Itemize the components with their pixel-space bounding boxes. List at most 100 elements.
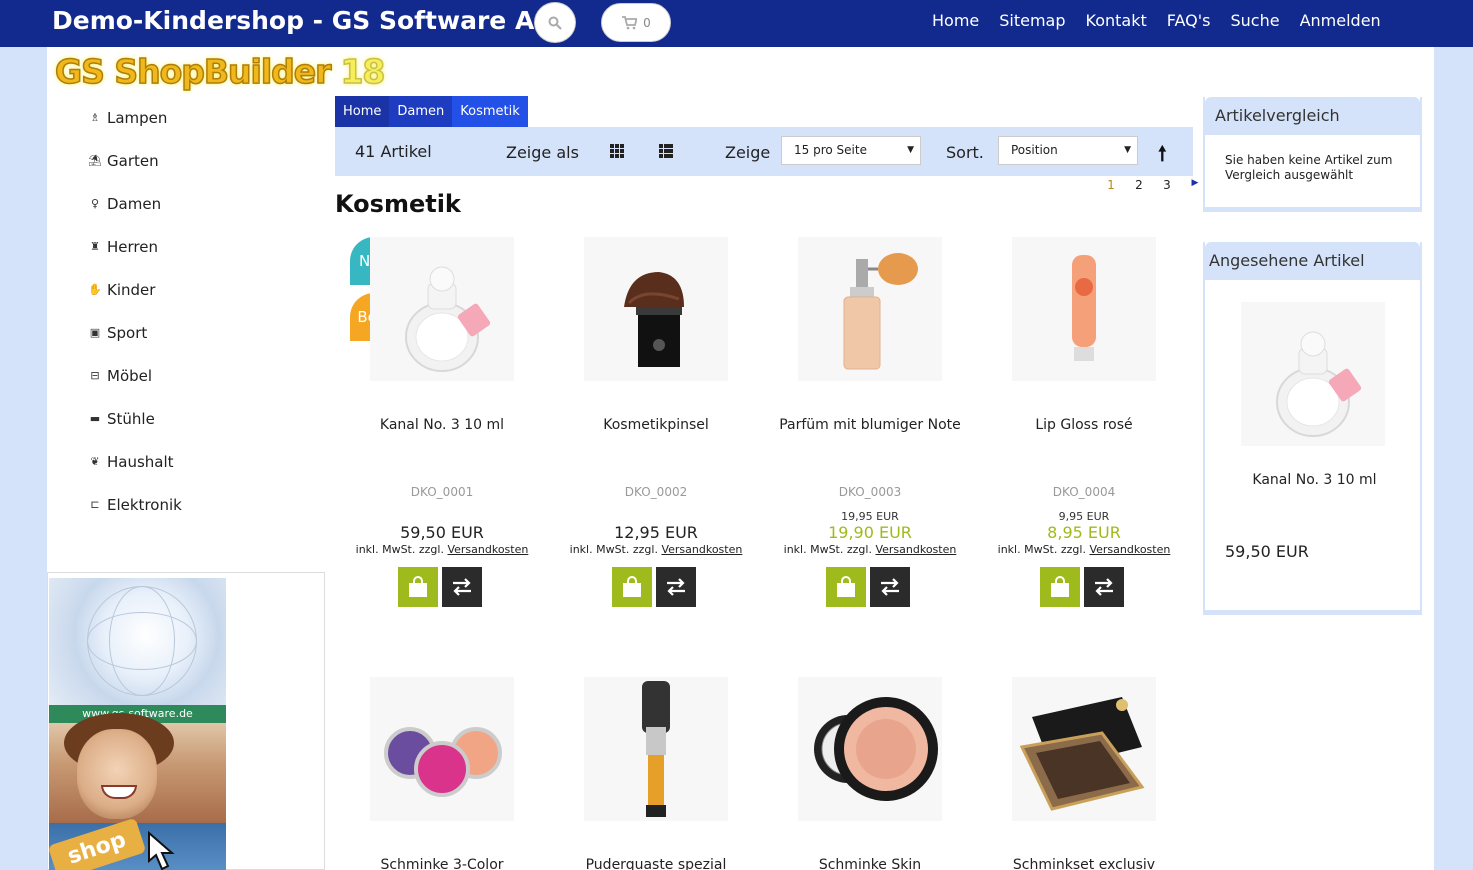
compare-button[interactable] xyxy=(870,567,910,607)
powder-brush-image xyxy=(642,681,670,817)
add-to-cart-button[interactable] xyxy=(1040,567,1080,607)
per-page-value: 15 pro Seite xyxy=(794,143,867,157)
category-label: Sport xyxy=(107,323,148,342)
promo-banner[interactable]: www.gs-software.de shop xyxy=(47,572,325,870)
compare-box-text: Sie haben keine Artikel zum Vergleich au… xyxy=(1225,153,1393,182)
compare-arrows-icon xyxy=(453,578,471,596)
recently-viewed-image[interactable] xyxy=(1241,302,1385,446)
cart-icon xyxy=(622,15,638,29)
sort-direction-icon[interactable]: 🠕 xyxy=(1158,139,1167,173)
category-item-stuehle[interactable]: ▬ Stühle xyxy=(83,397,323,440)
compare-arrows-icon xyxy=(667,578,685,596)
nav-sitemap[interactable]: Sitemap xyxy=(989,11,1075,30)
makeup-case-image xyxy=(1019,697,1145,811)
category-item-garten[interactable]: ⛱ Garten xyxy=(83,139,323,182)
shipping-link[interactable]: Versandkosten xyxy=(447,543,528,556)
shipping-link[interactable]: Versandkosten xyxy=(1089,543,1170,556)
breadcrumb-home[interactable]: Home xyxy=(335,96,390,127)
perfume-bottle-image xyxy=(1276,331,1362,437)
search-button[interactable] xyxy=(534,2,576,43)
product-sku: DKO_0002 xyxy=(624,485,688,499)
page-3[interactable]: 3 xyxy=(1153,178,1181,192)
nav-anmelden[interactable]: Anmelden xyxy=(1290,11,1391,30)
product-name[interactable]: Parfüm mit blumiger Note xyxy=(763,417,977,433)
product-name[interactable]: Schminkset exclusiv xyxy=(977,857,1191,870)
men-icon: ♜ xyxy=(90,240,100,253)
page-1[interactable]: 1 xyxy=(1097,178,1125,192)
cart-button[interactable]: 0 xyxy=(601,3,671,42)
perfume-bottle-image xyxy=(405,266,491,372)
product-image[interactable] xyxy=(584,677,728,821)
product-card: Schminkset exclusiv xyxy=(977,677,1191,870)
sort-value: Position xyxy=(1011,143,1058,157)
shop-title[interactable]: Demo-Kindershop - GS Software AG xyxy=(52,6,555,35)
list-view-icon[interactable] xyxy=(659,144,673,158)
product-image[interactable] xyxy=(370,677,514,821)
category-item-damen[interactable]: ♀ Damen xyxy=(83,182,323,225)
nav-home[interactable]: Home xyxy=(922,11,989,30)
product-image[interactable] xyxy=(798,677,942,821)
product-image[interactable] xyxy=(1012,237,1156,381)
product-name[interactable]: Schminke 3-Color xyxy=(335,857,549,870)
page-content: GS ShopBuilder 18 ♗ Lampen ⛱ Garten ♀ Damen … xyxy=(47,47,1434,870)
article-count: 41 Artikel xyxy=(355,142,432,161)
category-item-lampen[interactable]: ♗ Lampen xyxy=(83,96,323,139)
product-card: Puderquaste spezial xyxy=(549,677,763,870)
category-item-moebel[interactable]: ⊟ Möbel xyxy=(83,354,323,397)
product-card: Schminke 3-Color xyxy=(335,677,549,870)
product-image[interactable] xyxy=(1012,677,1156,821)
women-icon: ♀ xyxy=(90,197,100,210)
shopping-bag-icon xyxy=(1051,576,1069,597)
recently-viewed-name[interactable]: Kanal No. 3 10 ml xyxy=(1205,472,1424,488)
compare-box-title: Artikelvergleich xyxy=(1205,97,1420,135)
pointer-icon xyxy=(148,831,175,870)
category-label: Elektronik xyxy=(107,495,182,514)
chair-icon: ▬ xyxy=(89,412,101,425)
product-image[interactable] xyxy=(370,237,514,381)
grid-view-icon[interactable] xyxy=(610,144,624,158)
category-label: Lampen xyxy=(107,108,168,127)
compare-button[interactable] xyxy=(656,567,696,607)
product-tax-note: inkl. MwSt. zzgl. Versandkosten xyxy=(763,543,977,556)
product-image[interactable] xyxy=(584,237,728,381)
compare-box: Artikelvergleich Sie haben keine Artikel… xyxy=(1203,97,1422,212)
category-item-herren[interactable]: ♜ Herren xyxy=(83,225,323,268)
electronics-icon: ⊏ xyxy=(90,498,100,511)
add-to-cart-button[interactable] xyxy=(826,567,866,607)
product-name[interactable]: Puderquaste spezial xyxy=(549,857,763,870)
shop-logo[interactable]: GS ShopBuilder 18 xyxy=(54,51,386,92)
add-to-cart-button[interactable] xyxy=(612,567,652,607)
product-tax-note: inkl. MwSt. zzgl. Versandkosten xyxy=(335,543,549,556)
add-to-cart-button[interactable] xyxy=(398,567,438,607)
product-name[interactable]: Lip Gloss rosé xyxy=(977,417,1191,433)
product-image[interactable] xyxy=(798,237,942,381)
category-item-elektronik[interactable]: ⊏ Elektronik xyxy=(83,483,323,526)
per-page-select[interactable]: 15 pro Seite ▼ xyxy=(781,136,921,165)
dropdown-caret-icon: ▼ xyxy=(1124,145,1131,155)
product-sku: DKO_0004 xyxy=(1052,485,1116,499)
category-item-sport[interactable]: ▣ Sport xyxy=(83,311,323,354)
compare-button[interactable] xyxy=(442,567,482,607)
product-name[interactable]: Schminke Skin xyxy=(763,857,977,870)
compare-button[interactable] xyxy=(1084,567,1124,607)
view-mode-label: Zeige als xyxy=(506,143,579,162)
dropdown-caret-icon: ▼ xyxy=(907,145,914,155)
search-icon xyxy=(548,16,562,30)
nav-kontakt[interactable]: Kontakt xyxy=(1076,11,1157,30)
breadcrumb-damen[interactable]: Damen xyxy=(389,96,453,127)
logo-text: GS ShopBuilder xyxy=(54,51,332,92)
nav-suche[interactable]: Suche xyxy=(1221,11,1290,30)
product-tax-note: inkl. MwSt. zzgl. Versandkosten xyxy=(977,543,1191,556)
sort-select[interactable]: Position ▼ xyxy=(998,136,1138,165)
category-label: Garten xyxy=(107,151,159,170)
category-item-haushalt[interactable]: ❦ Haushalt xyxy=(83,440,323,483)
category-item-kinder[interactable]: ✋ Kinder xyxy=(83,268,323,311)
shipping-link[interactable]: Versandkosten xyxy=(875,543,956,556)
page-2[interactable]: 2 xyxy=(1125,178,1153,192)
shipping-link[interactable]: Versandkosten xyxy=(661,543,742,556)
product-name[interactable]: Kanal No. 3 10 ml xyxy=(335,417,549,433)
nav-faq[interactable]: FAQ's xyxy=(1157,11,1221,30)
product-tax-note: inkl. MwSt. zzgl. Versandkosten xyxy=(549,543,763,556)
product-name[interactable]: Kosmetikpinsel xyxy=(549,417,763,433)
breadcrumb-kosmetik[interactable]: Kosmetik xyxy=(452,96,528,127)
